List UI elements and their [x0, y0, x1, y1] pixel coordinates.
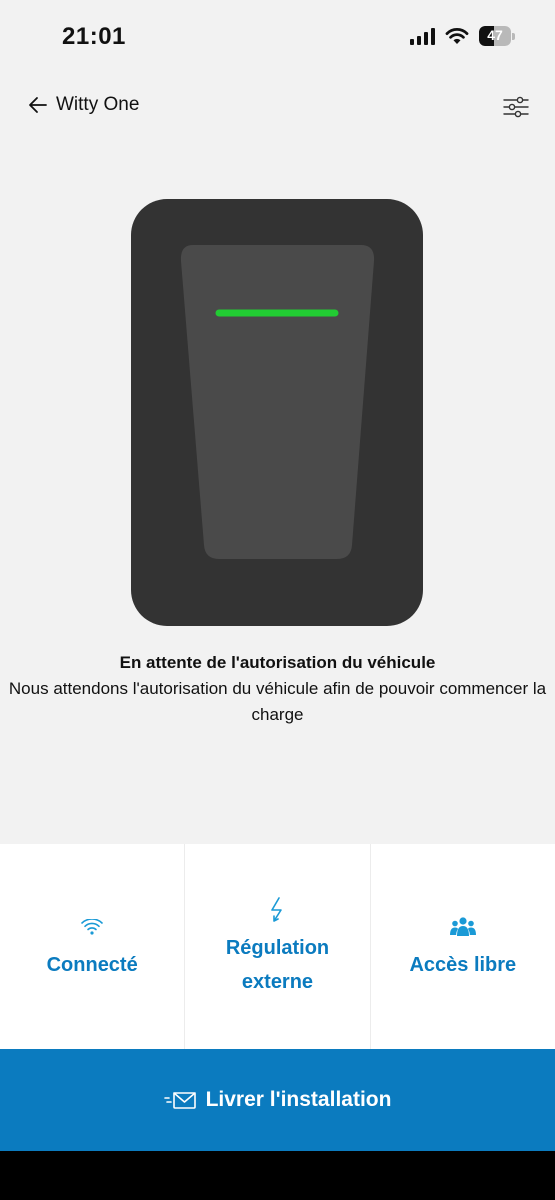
tile-connected[interactable]: Connecté: [0, 844, 186, 1049]
lightning-icon: [271, 896, 283, 922]
tile-connected-label: Connecté: [46, 953, 138, 976]
deliver-installation-label: Livrer l'installation: [205, 1088, 392, 1111]
status-time: 21:01: [62, 23, 126, 50]
signal-icon: [410, 27, 435, 45]
battery-icon: 47: [479, 26, 515, 46]
tile-free-access-label: Accès libre: [409, 953, 517, 976]
screen: 21:01 47 Witty One En attente de l'autor…: [0, 0, 555, 1200]
status-icons: 47: [410, 26, 515, 46]
status-title: En attente de l'autorisation du véhicule: [119, 653, 436, 672]
battery-level: 47: [487, 27, 503, 43]
status-description: Nous attendons l'autorisation du véhicul…: [8, 679, 547, 724]
page-title: Witty One: [56, 94, 140, 115]
status-bar: 21:01 47: [0, 0, 555, 76]
nav-header: Witty One: [0, 88, 555, 128]
home-indicator-area: [0, 1151, 555, 1200]
sliders-icon: [503, 96, 529, 118]
tile-external-regulation[interactable]: Régulation externe: [185, 844, 371, 1049]
wifi-icon: [81, 918, 103, 935]
tile-external-regulation-label: Régulation externe: [225, 936, 330, 993]
charging-status: En attente de l'autorisation du véhicule…: [0, 650, 555, 728]
wifi-icon: [445, 28, 469, 44]
deliver-installation-button[interactable]: Livrer l'installation: [0, 1049, 555, 1151]
settings-button[interactable]: [501, 92, 531, 122]
info-tiles: Connecté Régulation externe Accès libre: [0, 844, 555, 1049]
users-icon: [449, 916, 476, 936]
charger-illustration: [131, 199, 423, 626]
back-button[interactable]: Witty One: [28, 94, 139, 116]
arrow-left-icon: [29, 97, 47, 113]
charger-panel: [180, 245, 375, 559]
send-mail-icon: [163, 1092, 196, 1109]
tile-free-access[interactable]: Accès libre: [371, 844, 555, 1049]
